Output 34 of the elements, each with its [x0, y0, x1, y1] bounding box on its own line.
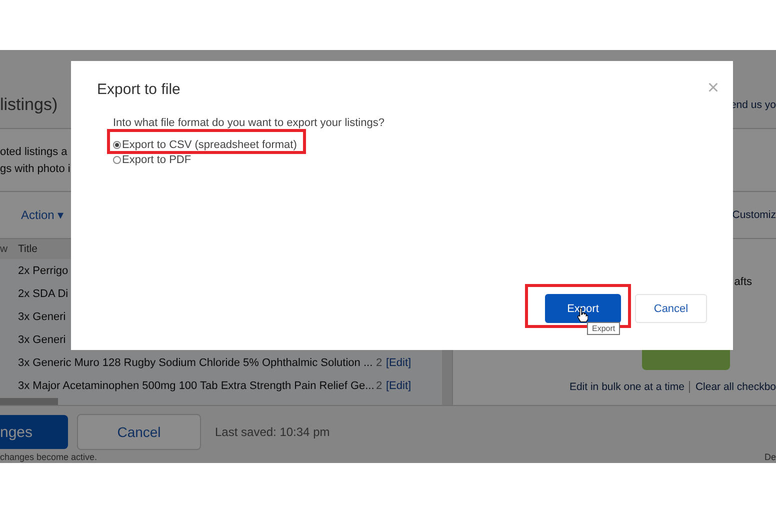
page-heading: listings) [0, 95, 58, 116]
cancel-button[interactable]: Cancel [77, 414, 201, 450]
format-option[interactable]: Export to CSV (spreadsheet format) [113, 139, 297, 151]
info-text: gs with photo i [0, 163, 70, 175]
clear-checkboxes-link[interactable]: Clear all checkbo [689, 381, 776, 393]
edit-link[interactable]: [Edit] [386, 356, 412, 368]
dialog-question: Into what file format do you want to export your listings? [113, 117, 386, 129]
table-cell-text: 2x SDA Di [18, 288, 70, 300]
table-cell-text: 2 [376, 380, 384, 392]
footer-note: changes become active. [0, 452, 98, 462]
column-header: w [0, 243, 9, 255]
drafts-text: afts [734, 276, 752, 288]
table-cell-text: 3x Generic Muro 128 Rugby Sodium Chloride 5% Ophthalmic Solution ... [18, 356, 374, 368]
column-header: Title [18, 243, 38, 255]
tooltip: Export [587, 322, 620, 335]
footer-text: De [764, 452, 776, 462]
customize-link[interactable]: Customiz [732, 209, 776, 221]
scrollbar[interactable] [0, 398, 58, 405]
format-option[interactable]: Export to PDF [113, 154, 192, 166]
edit-link[interactable]: [Edit] [386, 380, 412, 392]
save-changes-button[interactable]: nges [0, 415, 68, 449]
table-cell-text: 2x Perrigo [18, 264, 70, 276]
dialog-title: Export to file [97, 81, 180, 98]
bulk-edit-link[interactable]: Edit in bulk one at a time [569, 381, 684, 393]
last-saved-text: Last saved: 10:34 pm [215, 425, 330, 439]
radio-button[interactable] [113, 156, 121, 164]
action-menu[interactable]: Action ▾ [21, 208, 64, 222]
table-cell-text: 2 [376, 356, 384, 368]
info-text: oted listings a [0, 146, 68, 158]
table-cell-text: 3x Generi [18, 334, 67, 346]
radio-button[interactable] [113, 141, 121, 149]
cancel-button[interactable]: Cancel [635, 294, 707, 323]
table-cell-text: 3x Generi [18, 310, 67, 322]
table-cell-text: 3x Major Acetaminophen 500mg 100 Tab Extra Strength Pain Relief Ge... [18, 380, 376, 392]
